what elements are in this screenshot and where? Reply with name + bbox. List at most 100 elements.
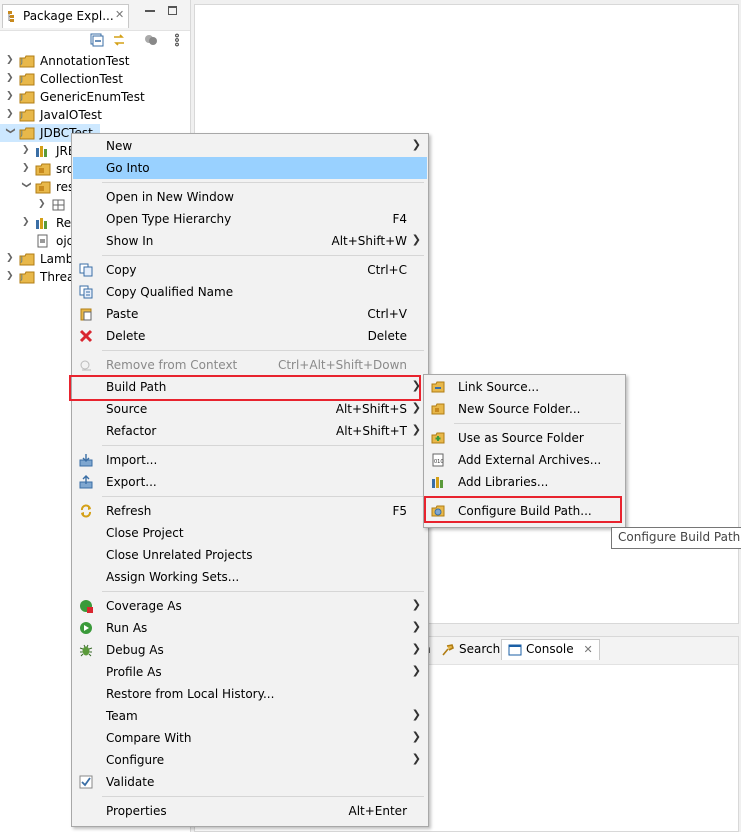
menu-item-add-libraries[interactable]: Add Libraries... [425, 471, 624, 493]
focus-on-task-icon[interactable] [144, 33, 158, 47]
menu-item-compare-with[interactable]: Compare With ❯ [73, 727, 427, 749]
menu-item-copy[interactable]: Copy Ctrl+C [73, 259, 427, 281]
menu-item-new-source-folder[interactable]: New Source Folder... [425, 398, 624, 420]
menu-item-export[interactable]: Export... [73, 471, 427, 493]
menu-label: Configure [106, 753, 165, 767]
svg-text:J: J [20, 256, 23, 263]
menu-item-open-in-new-window[interactable]: Open in New Window [73, 186, 427, 208]
menu-item-restore-from-local-history[interactable]: Restore from Local History... [73, 683, 427, 705]
expand-icon[interactable]: ❯ [22, 217, 32, 227]
tree-item-label: Lamb [40, 252, 74, 266]
menu-shortcut: Delete [367, 329, 407, 343]
menu-item-delete[interactable]: Delete Delete [73, 325, 427, 347]
close-icon[interactable]: ✕ [115, 8, 124, 21]
tree-item-genericenumtest[interactable]: ❯ J GenericEnumTest [0, 88, 190, 106]
tree-item-label: AnnotationTest [40, 54, 130, 68]
menu-item-show-in[interactable]: Show In Alt+Shift+W ❯ [73, 230, 427, 252]
package-explorer-tab[interactable]: Package Expl... ✕ [2, 4, 129, 28]
menu-item-profile-as[interactable]: Profile As ❯ [73, 661, 427, 683]
copy-qualified-icon [79, 285, 93, 299]
menu-label: Source [106, 402, 148, 416]
menu-item-validate[interactable]: Validate [73, 771, 427, 793]
menu-item-configure[interactable]: Configure ❯ [73, 749, 427, 771]
checkbox-checked-icon [79, 775, 93, 789]
java-project-icon: J [19, 55, 35, 68]
collapse-icon[interactable]: ❯ [5, 127, 15, 137]
menu-item-copy-qualified-name[interactable]: Copy Qualified Name [73, 281, 427, 303]
menu-item-import[interactable]: Import... [73, 449, 427, 471]
expand-icon[interactable]: ❯ [22, 145, 32, 155]
menu-label: Show In [106, 234, 154, 248]
expand-icon[interactable]: ❯ [38, 199, 48, 209]
console-icon [508, 644, 522, 655]
expand-icon[interactable]: ❯ [6, 271, 16, 281]
tree-item-collectiontest[interactable]: ❯ J CollectionTest [0, 70, 190, 88]
menu-item-refresh[interactable]: Refresh F5 [73, 500, 427, 522]
submenu-arrow-icon: ❯ [411, 620, 421, 633]
view-tab-bar: Package Expl... ✕ [0, 0, 190, 31]
menu-label: Profile As [106, 665, 162, 679]
menu-item-coverage-as[interactable]: Coverage As ❯ [73, 595, 427, 617]
menu-item-link-source[interactable]: Link Source... [425, 376, 624, 398]
menu-item-close-unrelated-projects[interactable]: Close Unrelated Projects [73, 544, 427, 566]
package-icon [52, 199, 65, 211]
coverage-icon [80, 600, 93, 613]
menu-item-paste[interactable]: Paste Ctrl+V [73, 303, 427, 325]
tab-label: Package Expl... [23, 9, 114, 23]
menu-item-remove-from-context: Remove from Context Ctrl+Alt+Shift+Down [73, 354, 427, 376]
submenu-arrow-icon: ❯ [411, 379, 421, 392]
tree-item-javaiotest[interactable]: ❯ J JavaIOTest [0, 106, 190, 124]
menu-label: New Source Folder... [458, 402, 581, 416]
expand-icon[interactable]: ❯ [6, 91, 16, 101]
menu-item-new[interactable]: New ❯ [73, 135, 427, 157]
menu-item-refactor[interactable]: Refactor Alt+Shift+T ❯ [73, 420, 427, 442]
menu-item-run-as[interactable]: Run As ❯ [73, 617, 427, 639]
minimize-icon[interactable] [145, 10, 155, 12]
tree-item-label: JavaIOTest [40, 108, 102, 122]
import-icon [79, 454, 93, 467]
svg-text:J: J [20, 94, 23, 101]
view-menu-icon[interactable] [170, 33, 184, 47]
svg-text:J: J [20, 76, 23, 83]
menu-item-open-type-hierarchy[interactable]: Open Type Hierarchy F4 [73, 208, 427, 230]
expand-icon[interactable]: ❯ [6, 109, 16, 119]
menu-separator [102, 796, 424, 797]
menu-label: Configure Build Path... [458, 504, 592, 518]
close-icon[interactable]: ✕ [583, 643, 592, 656]
submenu-arrow-icon: ❯ [411, 598, 421, 611]
svg-text:J: J [20, 274, 23, 281]
expand-icon[interactable]: ❯ [22, 163, 32, 173]
debug-icon [79, 644, 93, 657]
link-with-editor-icon[interactable] [112, 33, 126, 47]
expand-icon[interactable]: ❯ [6, 253, 16, 263]
menu-item-go-into[interactable]: Go Into [73, 157, 427, 179]
maximize-icon[interactable] [168, 6, 177, 15]
menu-separator [102, 255, 424, 256]
library-icon [36, 218, 47, 229]
expand-icon[interactable]: ❯ [6, 73, 16, 83]
menu-item-build-path[interactable]: Build Path ❯ [73, 376, 427, 398]
collapse-icon[interactable]: ❯ [21, 181, 31, 191]
new-source-folder-icon [431, 403, 445, 415]
menu-label: Go Into [106, 161, 150, 175]
submenu-arrow-icon: ❯ [411, 752, 421, 765]
menu-label: Compare With [106, 731, 192, 745]
external-archive-icon: 010 [432, 453, 444, 467]
menu-item-properties[interactable]: Properties Alt+Enter [73, 800, 427, 822]
menu-item-team[interactable]: Team ❯ [73, 705, 427, 727]
tab-console[interactable]: Console ✕ [501, 639, 600, 660]
tree-item-annotationtest[interactable]: ❯ J AnnotationTest [0, 52, 190, 70]
menu-item-add-external-archives[interactable]: 010 Add External Archives... [425, 449, 624, 471]
tree-item-label: Threa [40, 270, 75, 284]
menu-label: Open in New Window [106, 190, 234, 204]
collapse-all-icon[interactable] [90, 33, 104, 47]
menu-item-close-project[interactable]: Close Project [73, 522, 427, 544]
context-menu: New ❯ Go Into Open in New Window Open Ty… [71, 133, 429, 827]
menu-item-debug-as[interactable]: Debug As ❯ [73, 639, 427, 661]
tab-search[interactable]: Search [441, 642, 500, 656]
menu-item-source[interactable]: Source Alt+Shift+S ❯ [73, 398, 427, 420]
menu-item-use-as-source-folder[interactable]: Use as Source Folder [425, 427, 624, 449]
expand-icon[interactable]: ❯ [6, 55, 16, 65]
menu-item-assign-working-sets[interactable]: Assign Working Sets... [73, 566, 427, 588]
menu-item-configure-build-path[interactable]: Configure Build Path... [425, 500, 624, 522]
